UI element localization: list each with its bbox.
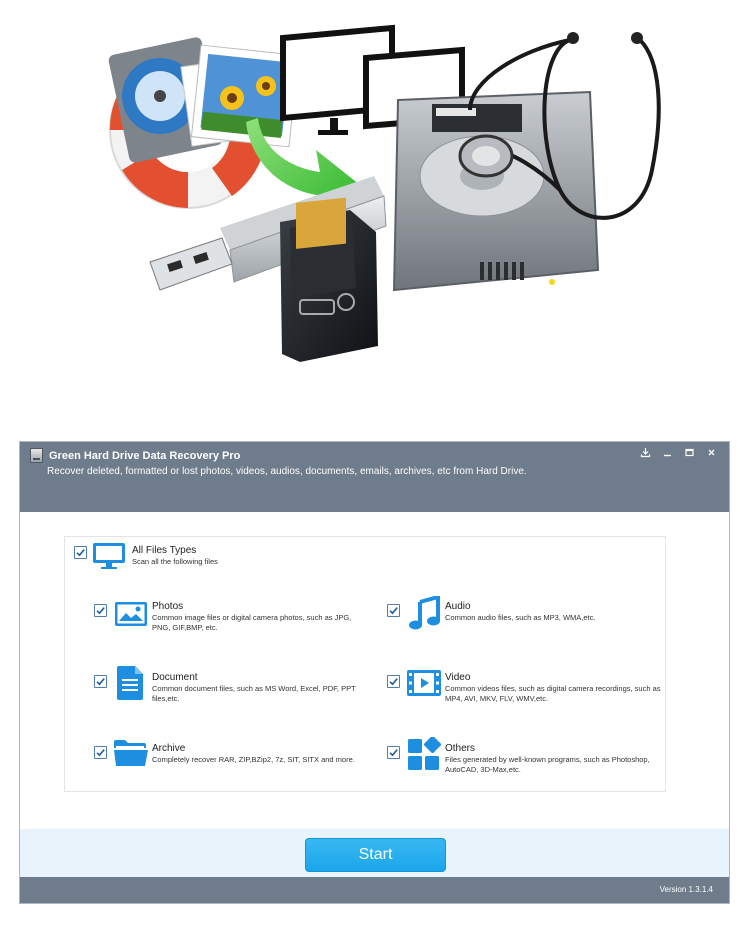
- hard-drive-icon: [392, 90, 600, 292]
- hero-illustration: [108, 24, 661, 362]
- photo-icon: [115, 602, 147, 626]
- document-desc: Common document files, such as MS Word, …: [152, 684, 356, 703]
- all-types-checkbox[interactable]: [74, 546, 87, 559]
- photos-checkbox[interactable]: [94, 604, 107, 617]
- document-icon: [117, 666, 143, 700]
- app-hard-drive-icon: [30, 448, 43, 463]
- content-area: All Files Types Scan all the following f…: [20, 512, 729, 829]
- others-title: Others: [445, 743, 476, 754]
- version-label: Version 1.3.1.4: [659, 885, 713, 894]
- music-note-icon: [409, 596, 440, 630]
- video-title: Video: [445, 672, 471, 683]
- app-title: Green Hard Drive Data Recovery Pro: [49, 450, 241, 462]
- folder-icon: [114, 740, 148, 766]
- sd-card-icon: [280, 197, 378, 362]
- video-checkbox[interactable]: [387, 675, 400, 688]
- photos-title: Photos: [152, 601, 184, 612]
- maximize-icon[interactable]: [679, 445, 699, 459]
- video-desc: Common videos files, such as digital cam…: [445, 684, 661, 703]
- all-types-desc: Scan all the following files: [132, 557, 218, 566]
- others-desc: Files generated by well-known programs, …: [445, 755, 650, 774]
- monitor-icon: [93, 543, 125, 569]
- apps-icon: [408, 737, 442, 770]
- window-controls: [635, 445, 721, 459]
- download-icon[interactable]: [635, 445, 655, 459]
- action-bar: Start: [20, 829, 729, 877]
- status-bar: Version 1.3.1.4: [20, 877, 729, 903]
- audio-desc: Common audio files, such as MP3, WMA,etc…: [445, 613, 596, 622]
- file-types-panel: All Files Types Scan all the following f…: [64, 536, 666, 792]
- audio-checkbox[interactable]: [387, 604, 400, 617]
- close-icon[interactable]: [701, 445, 721, 459]
- start-button[interactable]: Start: [305, 838, 446, 872]
- app-window: Green Hard Drive Data Recovery Pro Recov…: [19, 441, 730, 904]
- photos-desc: Common image files or digital camera pho…: [152, 613, 352, 632]
- audio-title: Audio: [445, 601, 471, 612]
- others-checkbox[interactable]: [387, 746, 400, 759]
- film-icon: [407, 670, 441, 696]
- app-subtitle: Recover deleted, formatted or lost photo…: [47, 466, 527, 477]
- document-checkbox[interactable]: [94, 675, 107, 688]
- all-types-title: All Files Types: [132, 545, 197, 556]
- archive-desc: Completely recover RAR, ZIP,BZip2, 7z, S…: [152, 755, 355, 764]
- archive-checkbox[interactable]: [94, 746, 107, 759]
- archive-title: Archive: [152, 743, 186, 754]
- document-title: Document: [152, 672, 198, 683]
- minimize-icon[interactable]: [657, 445, 677, 459]
- title-bar: Green Hard Drive Data Recovery Pro Recov…: [20, 442, 729, 512]
